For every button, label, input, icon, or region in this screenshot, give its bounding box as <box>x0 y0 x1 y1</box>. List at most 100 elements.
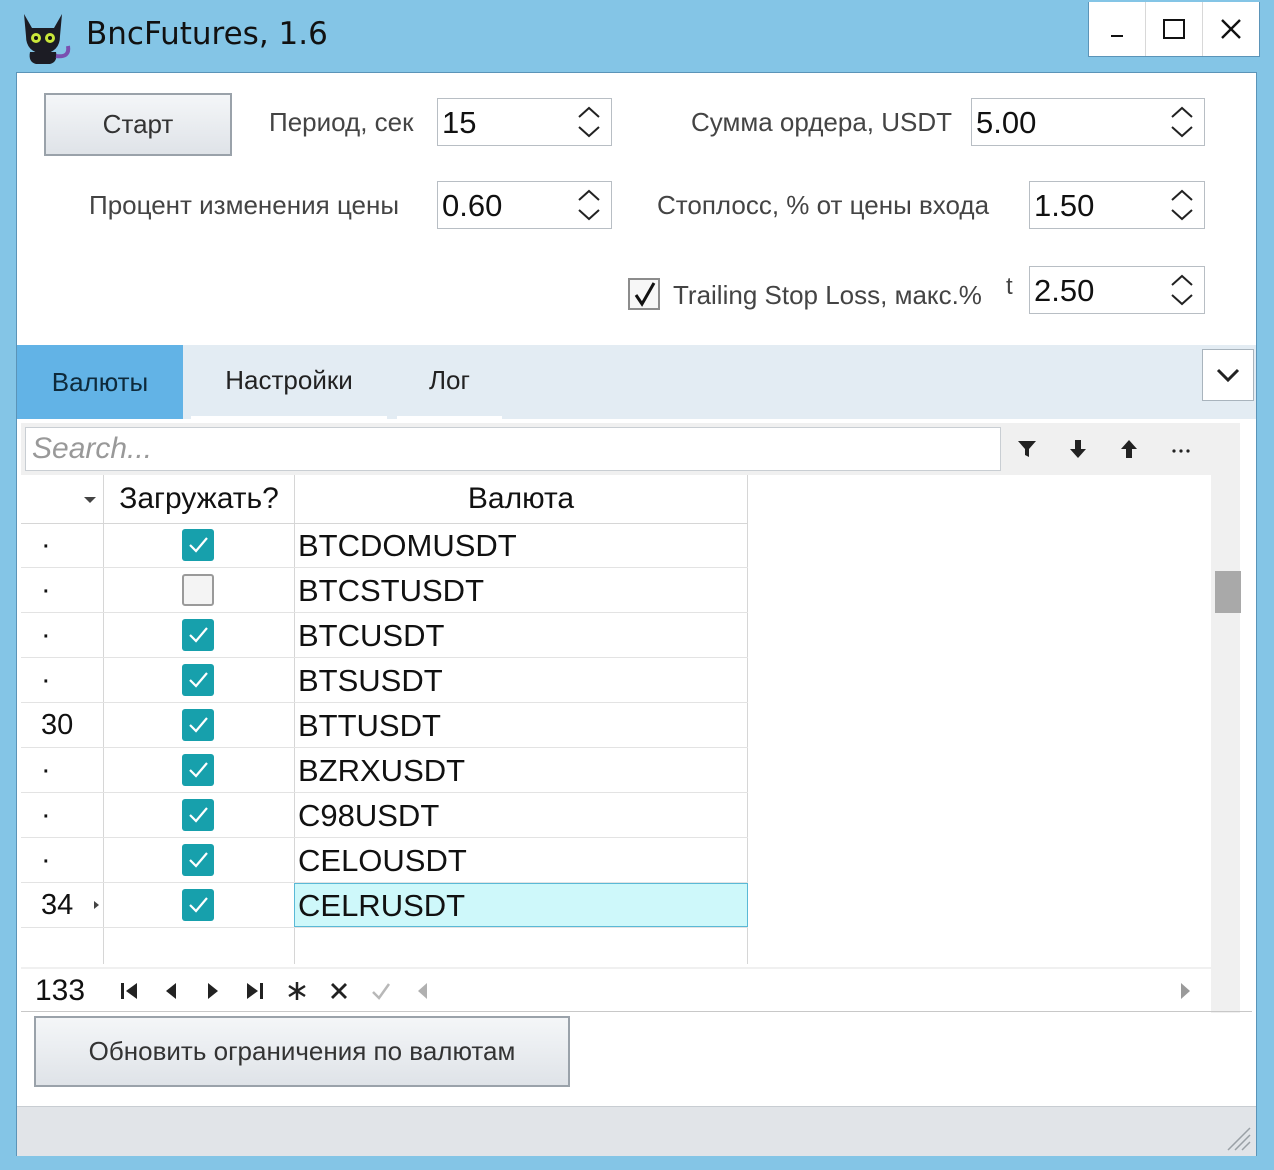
empty-row <box>21 928 748 964</box>
currency-cell[interactable]: BTTUSDT <box>294 703 748 747</box>
currency-symbol: BTTUSDT <box>298 708 441 743</box>
empty-cell <box>21 928 103 964</box>
row-indicator-cell[interactable]: 34 <box>21 883 103 927</box>
start-button[interactable]: Старт <box>44 93 232 156</box>
currency-cell[interactable]: C98USDT <box>294 793 748 837</box>
currency-cell[interactable]: BTCUSDT <box>294 613 748 657</box>
currency-cell[interactable]: BTCDOMUSDT <box>294 523 748 567</box>
table-row[interactable]: · BTCUSDT <box>21 613 748 658</box>
currency-symbol: BZRXUSDT <box>298 753 466 788</box>
table-row[interactable]: 34 CELRUSDT <box>21 883 748 928</box>
row-indicator-cell[interactable]: · <box>21 523 103 567</box>
period-label: Период, сек <box>269 107 414 137</box>
price-change-label: Процент изменения цены <box>89 190 400 220</box>
tab-settings[interactable]: Настройки <box>191 345 387 419</box>
currency-symbol: CELOUSDT <box>298 843 467 878</box>
load-cell <box>103 523 294 567</box>
load-checkbox[interactable] <box>182 664 214 696</box>
load-cell <box>103 568 294 612</box>
spin-arrows-icon[interactable] <box>575 103 603 141</box>
load-column-header[interactable]: Загружать? <box>103 475 294 523</box>
table-row[interactable]: · BTSUSDT <box>21 658 748 703</box>
sort-ascending-icon[interactable] <box>1117 437 1141 461</box>
scroll-right-icon[interactable] <box>1173 979 1197 1003</box>
sort-descending-icon[interactable] <box>1066 437 1090 461</box>
load-checkbox[interactable] <box>182 889 214 921</box>
table-row[interactable]: · BTCSTUSDT <box>21 568 748 613</box>
first-record-icon[interactable] <box>117 979 141 1003</box>
close-button[interactable] <box>1202 2 1259 56</box>
next-record-icon[interactable] <box>201 979 225 1003</box>
previous-record-icon[interactable] <box>159 979 183 1003</box>
table-row[interactable]: · CELOUSDT <box>21 838 748 883</box>
resize-grip-icon[interactable] <box>1222 1122 1252 1152</box>
currency-cell[interactable]: BTCSTUSDT <box>294 568 748 612</box>
tab-log[interactable]: Лог <box>397 345 502 419</box>
row-indicator-cell[interactable]: 30 <box>21 703 103 747</box>
row-indicator-cell[interactable]: · <box>21 658 103 702</box>
load-checkbox[interactable] <box>182 529 214 561</box>
last-record-icon[interactable] <box>243 979 267 1003</box>
filter-icon[interactable] <box>1015 437 1039 461</box>
period-spinbox[interactable]: 15 <box>437 98 612 146</box>
trailing-stop-checkbox[interactable] <box>628 278 660 310</box>
search-input[interactable]: Search... <box>25 427 1001 471</box>
minimize-icon <box>1111 35 1123 37</box>
title-bar[interactable]: BncFutures, 1.6 <box>0 0 1274 72</box>
vertical-scrollbar[interactable] <box>1211 475 1241 967</box>
load-cell <box>103 658 294 702</box>
indicator-column-header[interactable] <box>21 475 103 523</box>
spin-arrows-icon[interactable] <box>1168 271 1196 309</box>
add-record-icon[interactable] <box>285 979 309 1003</box>
checkmark-icon <box>189 672 208 688</box>
scroll-left-icon[interactable] <box>411 979 435 1003</box>
table-header: Загружать? Валюта <box>21 475 748 524</box>
row-indicator-cell[interactable]: · <box>21 613 103 657</box>
order-sum-spinbox[interactable]: 5.00 <box>971 98 1205 146</box>
currency-cell[interactable]: BTSUSDT <box>294 658 748 702</box>
currency-column-header[interactable]: Валюта <box>294 475 748 523</box>
spin-arrows-icon[interactable] <box>1168 103 1196 141</box>
row-indicator: · <box>41 799 51 831</box>
load-checkbox[interactable] <box>182 844 214 876</box>
currency-symbol: BTSUSDT <box>298 663 443 698</box>
trailing-stop-spinbox[interactable]: 2.50 <box>1029 266 1205 314</box>
spin-arrows-icon[interactable] <box>1168 186 1196 224</box>
more-options-icon[interactable] <box>1169 437 1193 461</box>
trailing-stop-value: 2.50 <box>1034 273 1095 308</box>
tab-currencies[interactable]: Валюты <box>17 345 183 419</box>
currency-cell[interactable]: CELOUSDT <box>294 838 748 882</box>
row-indicator-cell[interactable]: · <box>21 838 103 882</box>
load-checkbox[interactable] <box>182 799 214 831</box>
delete-record-icon[interactable] <box>327 979 351 1003</box>
row-indicator-cell[interactable]: · <box>21 793 103 837</box>
order-sum-value: 5.00 <box>976 105 1037 140</box>
table-row[interactable]: · C98USDT <box>21 793 748 838</box>
tab-dropdown-button[interactable] <box>1202 349 1254 401</box>
update-limits-button[interactable]: Обновить ограничения по валютам <box>34 1016 570 1087</box>
checkmark-icon <box>189 717 208 733</box>
maximize-button[interactable] <box>1145 2 1202 56</box>
currency-cell[interactable]: BZRXUSDT <box>294 748 748 792</box>
load-checkbox[interactable] <box>182 709 214 741</box>
record-count: 133 <box>35 974 86 1007</box>
empty-cell <box>294 928 748 964</box>
table-row[interactable]: · BTCDOMUSDT <box>21 523 748 568</box>
load-checkbox[interactable] <box>182 754 214 786</box>
row-indicator-cell[interactable]: · <box>21 568 103 612</box>
save-record-icon[interactable] <box>369 979 393 1003</box>
currency-cell[interactable]: CELRUSDT <box>294 883 748 927</box>
stoploss-spinbox[interactable]: 1.50 <box>1029 181 1205 229</box>
spin-arrows-icon[interactable] <box>575 186 603 224</box>
table-row[interactable]: · BZRXUSDT <box>21 748 748 793</box>
table-row[interactable]: 30 BTTUSDT <box>21 703 748 748</box>
current-row-caret-icon <box>94 901 99 909</box>
row-indicator-cell[interactable]: · <box>21 748 103 792</box>
scrollbar-thumb[interactable] <box>1215 571 1241 613</box>
price-change-spinbox[interactable]: 0.60 <box>437 181 612 229</box>
minimize-button[interactable] <box>1089 2 1145 56</box>
load-checkbox[interactable] <box>182 574 214 606</box>
stoploss-value: 1.50 <box>1034 188 1095 223</box>
load-checkbox[interactable] <box>182 619 214 651</box>
app-window: BncFutures, 1.6 Старт Период, сек 15 Сум… <box>0 0 1274 1170</box>
